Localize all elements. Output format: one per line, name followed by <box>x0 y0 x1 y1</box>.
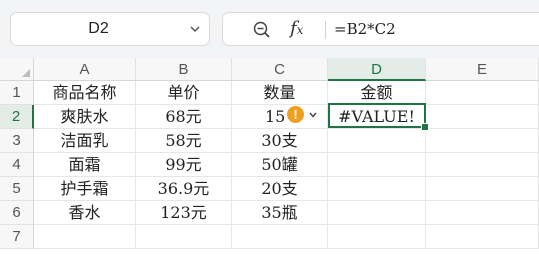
cell-e7[interactable] <box>426 225 539 249</box>
cell-e6[interactable] <box>426 201 539 225</box>
cell-e1[interactable] <box>426 81 539 105</box>
cell-a6[interactable]: 香水 <box>34 201 136 225</box>
name-box-value[interactable]: D2 <box>11 13 186 45</box>
cell-a1[interactable]: 商品名称 <box>34 81 136 105</box>
row-header-1[interactable]: 1 <box>0 81 34 105</box>
row-header-7[interactable]: 7 <box>0 225 34 249</box>
formula-input[interactable]: =B2*C2 <box>334 13 396 45</box>
error-warning-icon[interactable]: ! <box>287 106 304 123</box>
error-dropdown-chevron-icon[interactable] <box>309 112 317 118</box>
cell-e2[interactable] <box>426 105 539 129</box>
row-header-3[interactable]: 3 <box>0 129 34 153</box>
cell-c7[interactable] <box>232 225 328 249</box>
select-all-triangle-icon <box>22 69 30 77</box>
cell-d7[interactable] <box>328 225 426 249</box>
formula-bar[interactable]: fx =B2*C2 <box>222 12 539 46</box>
spreadsheet-grid: A B C D E 1 2 3 4 5 6 7 商品名称 单价 数量 金额 爽肤… <box>0 58 539 254</box>
row-header-4[interactable]: 4 <box>0 153 34 177</box>
cell-d5[interactable] <box>328 177 426 201</box>
fill-handle[interactable] <box>421 123 429 131</box>
formula-separator <box>325 21 326 39</box>
cell-c5[interactable]: 20支 <box>232 177 328 201</box>
column-header-a[interactable]: A <box>34 58 136 81</box>
cell-a7[interactable] <box>34 225 136 249</box>
row-header-5[interactable]: 5 <box>0 177 34 201</box>
cell-e4[interactable] <box>426 153 539 177</box>
cell-b3[interactable]: 58元 <box>136 129 232 153</box>
cell-c1[interactable]: 数量 <box>232 81 328 105</box>
cell-d1[interactable]: 金额 <box>328 81 426 105</box>
cell-c6[interactable]: 35瓶 <box>232 201 328 225</box>
fx-sub: x <box>296 23 304 37</box>
cell-a4[interactable]: 面霜 <box>34 153 136 177</box>
row-header-6[interactable]: 6 <box>0 201 34 225</box>
name-box[interactable]: D2 <box>10 12 210 46</box>
column-header-b[interactable]: B <box>136 58 232 81</box>
select-all-corner[interactable] <box>0 58 34 81</box>
cell-a3[interactable]: 洁面乳 <box>34 129 136 153</box>
cell-b2[interactable]: 68元 <box>136 105 232 129</box>
formula-toolbar: D2 fx =B2*C2 <box>0 0 539 59</box>
cell-e5[interactable] <box>426 177 539 201</box>
cell-c3[interactable]: 30支 <box>232 129 328 153</box>
cell-e3[interactable] <box>426 129 539 153</box>
active-cell-border <box>328 103 426 128</box>
fx-label: f <box>290 18 297 39</box>
cell-b6[interactable]: 123元 <box>136 201 232 225</box>
cell-b1[interactable]: 单价 <box>136 81 232 105</box>
cell-b7[interactable] <box>136 225 232 249</box>
cell-d6[interactable] <box>328 201 426 225</box>
column-header-c[interactable]: C <box>232 58 328 81</box>
row-header-2[interactable]: 2 <box>0 105 34 129</box>
cell-b4[interactable]: 99元 <box>136 153 232 177</box>
zoom-out-icon[interactable] <box>253 21 271 39</box>
column-header-e[interactable]: E <box>426 58 539 81</box>
cell-d3[interactable] <box>328 129 426 153</box>
cell-d4[interactable] <box>328 153 426 177</box>
cell-c4[interactable]: 50罐 <box>232 153 328 177</box>
cell-a5[interactable]: 护手霜 <box>34 177 136 201</box>
chevron-down-icon[interactable] <box>189 23 201 35</box>
cell-a2[interactable]: 爽肤水 <box>34 105 136 129</box>
cell-b5[interactable]: 36.9元 <box>136 177 232 201</box>
insert-function-icon[interactable]: fx <box>290 18 303 39</box>
column-header-d[interactable]: D <box>328 58 426 81</box>
